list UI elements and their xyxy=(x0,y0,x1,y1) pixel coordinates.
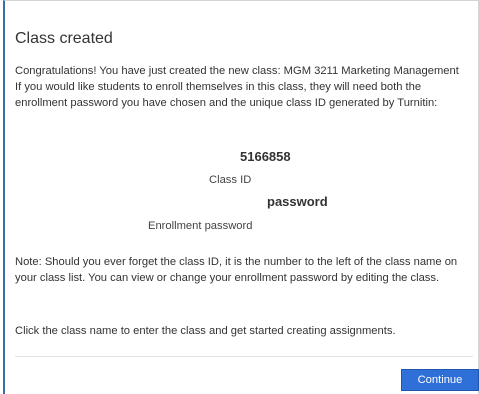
class-id-value: 5166858 xyxy=(240,149,291,164)
dialog-title: Class created xyxy=(15,30,113,47)
intro-congratulations: Congratulations! You have just created t… xyxy=(15,65,459,77)
class-id-label: Class ID xyxy=(209,174,252,186)
intro-enrollment-info: If you would like students to enroll the… xyxy=(15,81,438,109)
continue-button[interactable]: Continue xyxy=(401,369,479,391)
cta-text: Click the class name to enter the class … xyxy=(15,325,396,337)
note-text: Note: Should you ever forget the class I… xyxy=(15,256,458,284)
class-created-dialog: Class created Congratulations! You have … xyxy=(3,0,479,394)
enrollment-password-value: password xyxy=(267,194,328,209)
enrollment-password-label: Enrollment password xyxy=(148,220,253,232)
intro-text: Congratulations! You have just created t… xyxy=(15,63,473,111)
divider xyxy=(15,356,473,357)
